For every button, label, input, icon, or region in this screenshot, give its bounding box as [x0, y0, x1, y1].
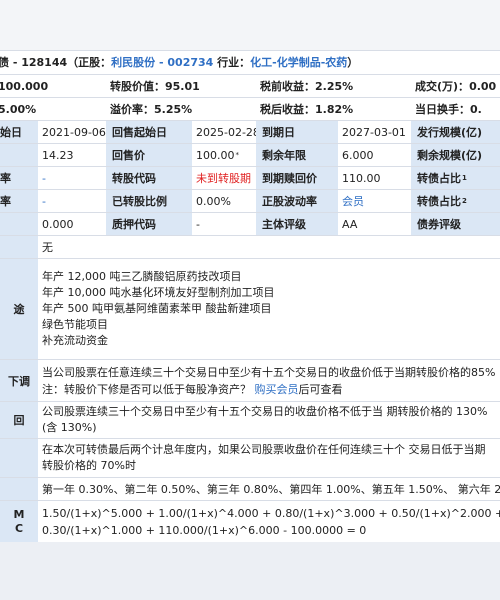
- turnover-rate-label: 当日换手：: [415, 103, 470, 116]
- maturity-value: 2027-03-01: [342, 125, 406, 139]
- fund-use-label: 途: [0, 259, 38, 359]
- turnover-value: 0.00: [469, 79, 497, 93]
- remaining-size-label: 剩余规模(亿): [411, 144, 500, 166]
- putback-clause-text: 在本次可转债最后两个计息年度内，如果公司股票收盘价在任何连续三十个 交易日低于当…: [42, 443, 486, 472]
- conversion-price-value: 14.23: [42, 148, 74, 162]
- interest-row: 第一年 0.30%、第二年 0.50%、第三年 0.80%、第四年 1.00%、…: [0, 478, 500, 501]
- aftertax-yield: 1.82%: [315, 102, 354, 116]
- list-item: 年产 10,000 吨水基化环境友好型制剂加工项目: [42, 286, 275, 299]
- putback-price-label: 回售价: [106, 144, 192, 166]
- putback-price-value: 100.00: [196, 148, 235, 162]
- fund-use-list: 年产 12,000 吨三乙膦酸铝原药技改项目 年产 10,000 吨水基化环境友…: [38, 259, 500, 359]
- turnover-label: 成交(万)：: [415, 80, 470, 93]
- info-row-5: 率 - 转股代码 未到转股期 到期赎回价 110.00 转债占比 1: [0, 167, 500, 190]
- premium-label: 溢价率：: [110, 103, 154, 116]
- start-date-value: 2021-09-06: [42, 125, 106, 139]
- info-row-7: 0.000 质押代码 - 主体评级 AA 债券评级: [0, 213, 500, 236]
- fund-use-row: 途 年产 12,000 吨三乙膦酸铝原药技改项目 年产 10,000 吨水基化环…: [0, 259, 500, 360]
- conversion-code-label: 转股代码: [106, 167, 192, 189]
- issuer-rating-value: AA: [342, 217, 358, 231]
- list-item: 绿色节能项目: [42, 318, 108, 331]
- ytm-formula-row: M C 1.50/(1+x)^5.000 + 1.00/(1+x)^4.000 …: [0, 501, 500, 543]
- guarantee-value: 无: [42, 240, 53, 254]
- aftertax-yield-label: 税后收益：: [260, 103, 315, 116]
- conversion-code-value: 未到转股期: [196, 172, 251, 185]
- bond-code: 债 - 128144: [0, 56, 68, 69]
- maturity-label: 到期日: [256, 121, 338, 143]
- putback-clause-label: [0, 439, 38, 477]
- down-adjust-text: 当公司股票在任意连续三十个交易日中至少有十五个交易日的收盘价低于当期转股价格的8…: [42, 366, 496, 396]
- row7-label: [0, 213, 38, 235]
- pledge-code-label: 质押代码: [106, 213, 192, 235]
- quote-row-1: 100.000 转股价值： 95.01 税前收益： 2.25% 成交(万)： 0.00: [0, 75, 500, 98]
- row5-value: -: [42, 171, 46, 185]
- redeem-clause-text: 公司股票连续三十个交易日中至少有十五个交易日的收盘价格不低于当 期转股价格的 1…: [42, 405, 488, 434]
- list-item: 补充流动资金: [42, 334, 108, 347]
- quote-row-2: 5.00% 溢价率： 5.25% 税后收益： 1.82% 当日换手： 0.: [0, 98, 500, 121]
- interest-text: 第一年 0.30%、第二年 0.50%、第三年 0.80%、第四年 1.00%、…: [42, 482, 500, 496]
- bond-detail-card: 债 - 128144（正股：利民股份 - 002734 行业：化工-化学制品-农…: [0, 50, 500, 544]
- converted-ratio-value: 0.00%: [196, 194, 231, 208]
- interest-label: [0, 478, 38, 500]
- row7-value: 0.000: [42, 217, 74, 231]
- redeem-clause-label: 回: [0, 402, 38, 438]
- guarantee-row: 无: [0, 236, 500, 259]
- start-date-label: 始日: [0, 121, 38, 143]
- down-adjust-row: 下调 当公司股票在任意连续三十个交易日中至少有十五个交易日的收盘价低于当期转股价…: [0, 360, 500, 402]
- pretax-yield-label: 税前收益：: [260, 80, 315, 93]
- row6-value: -: [42, 194, 46, 208]
- info-row-6: 率 - 已转股比例 0.00% 正股波动率 会员 转债占比 2: [0, 190, 500, 213]
- redeem-price-label: 到期赎回价: [256, 167, 338, 189]
- info-row-3: 始日 2021-09-06 回售起始日 2025-02-28 到期日 2027-…: [0, 121, 500, 144]
- issuer-rating-label: 主体评级: [256, 213, 338, 235]
- pledge-code-value: -: [196, 217, 200, 231]
- conversion-value: 95.01: [165, 79, 200, 93]
- remaining-years-value: 6.000: [342, 148, 374, 162]
- turnover-rate-value: 0.: [470, 102, 482, 116]
- down-adjust-label: 下调: [0, 360, 38, 401]
- row6-label: 率: [0, 190, 38, 212]
- putback-start-label: 回售起始日: [106, 121, 192, 143]
- bottom-background: [0, 542, 500, 600]
- redeem-price-value: 110.00: [342, 171, 381, 185]
- conversion-value-label: 转股价值：: [110, 80, 165, 93]
- pretax-yield: 2.25%: [315, 79, 354, 93]
- putback-clause-row: 在本次可转债最后两个计息年度内，如果公司股票收盘价在任何连续三十个 交易日低于当…: [0, 439, 500, 478]
- issue-size-label: 发行规模(亿): [411, 121, 500, 143]
- remaining-years-label: 剩余年限: [256, 144, 338, 166]
- stock-link[interactable]: 利民股份 - 002734: [111, 56, 213, 69]
- volatility-member-link[interactable]: 会员: [338, 190, 411, 212]
- bond-rating-label: 债券评级: [411, 213, 500, 235]
- redeem-clause-row: 回 公司股票连续三十个交易日中至少有十五个交易日的收盘价格不低于当 期转股价格的…: [0, 402, 500, 439]
- guarantee-label: [0, 236, 38, 258]
- industry-link[interactable]: 化工-化学制品-农药: [250, 56, 347, 69]
- bond-ratio-1-label: 转债占比: [417, 172, 461, 185]
- info-row-4: 14.23 回售价 100.00 * 剩余年限 6.000 剩余规模(亿): [0, 144, 500, 167]
- row4-label: [0, 144, 38, 166]
- list-item: 年产 500 吨甲氨基阿维菌素苯甲 酸盐新建项目: [42, 302, 272, 315]
- top-background: [0, 0, 500, 50]
- bond-header: 债 - 128144（正股：利民股份 - 002734 行业：化工-化学制品-农…: [0, 51, 500, 75]
- row5-label: 率: [0, 167, 38, 189]
- buy-member-link[interactable]: 购买会员: [255, 383, 299, 396]
- ytm-label: M C: [0, 501, 38, 543]
- change-value: 5.00%: [0, 102, 37, 116]
- premium-value: 5.25%: [154, 102, 193, 116]
- putback-start-value: 2025-02-28: [196, 125, 256, 139]
- converted-ratio-label: 已转股比例: [106, 190, 192, 212]
- ytm-formula: 1.50/(1+x)^5.000 + 1.00/(1+x)^4.000 + 0.…: [42, 507, 500, 537]
- list-item: 年产 12,000 吨三乙膦酸铝原药技改项目: [42, 270, 242, 283]
- price-value: 100.000: [0, 79, 49, 93]
- volatility-label: 正股波动率: [256, 190, 338, 212]
- bond-ratio-2-label: 转债占比: [417, 195, 461, 208]
